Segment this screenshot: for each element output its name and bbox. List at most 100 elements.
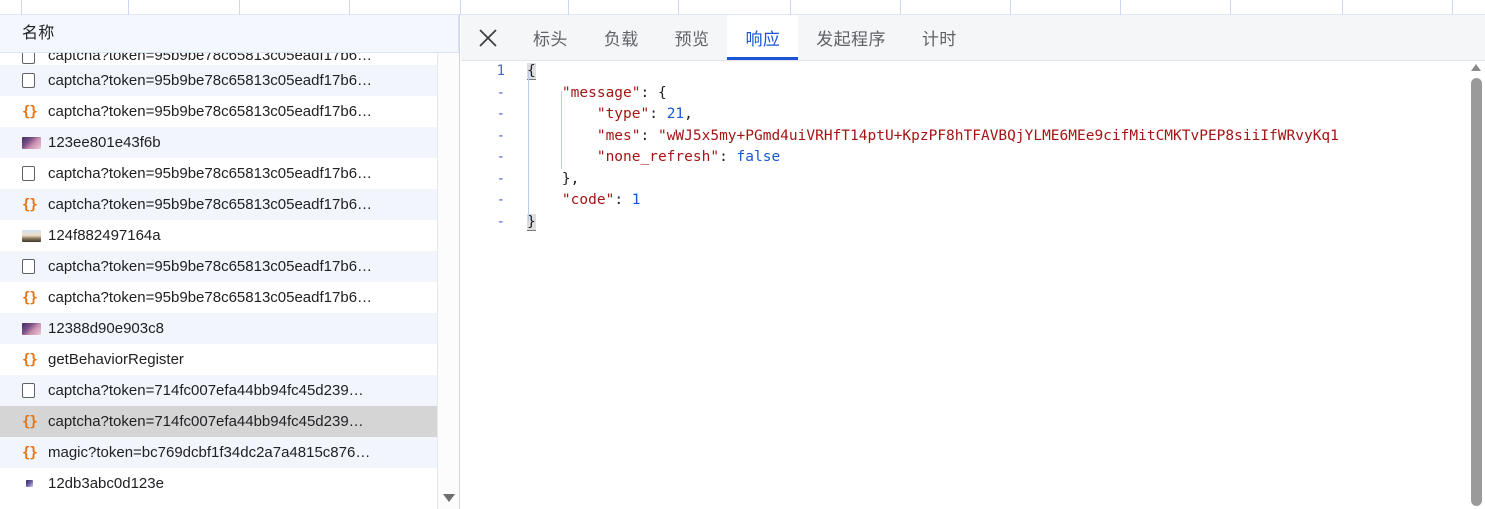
- request-rows[interactable]: captcha?token=95b9be78c65813c05eadf17b6……: [0, 53, 437, 509]
- token-punct: {: [657, 84, 667, 101]
- request-list-item[interactable]: {} captcha?token=95b9be78c65813c05eadf17b…: [0, 96, 437, 127]
- code-line: - },: [461, 169, 1339, 191]
- response-body-viewer[interactable]: 1{- "message": {- "type": 21, - "mes": "w…: [461, 61, 1485, 509]
- request-type-icon-slot: [22, 382, 48, 400]
- request-list-item[interactable]: {} captcha?token=714fc007efa44bb94fc45d23…: [0, 406, 437, 437]
- request-list-pane: 名称 captcha?token=95b9be78c65813c05eadf17…: [0, 15, 460, 509]
- request-type-icon-slot: {}: [22, 196, 48, 214]
- code-line: - "none_refresh": false: [461, 147, 1339, 169]
- request-type-icon-slot: [22, 72, 48, 90]
- request-name: captcha?token=95b9be78c65813c05eadf17b6…: [48, 195, 373, 213]
- column-header-name[interactable]: 名称: [22, 24, 54, 44]
- tab-0[interactable]: 标头: [515, 15, 586, 60]
- request-name: captcha?token=95b9be78c65813c05eadf17b6…: [48, 288, 373, 306]
- triangle-down-icon: [442, 494, 455, 502]
- image-thumbnail-icon: [22, 136, 41, 149]
- request-type-icon-slot: {}: [22, 351, 48, 369]
- request-type-icon-slot: [22, 134, 48, 152]
- request-list-header: 名称: [0, 15, 459, 53]
- image-thumbnail-icon: [22, 229, 41, 242]
- request-list-item[interactable]: captcha?token=95b9be78c65813c05eadf17b6…: [0, 53, 437, 65]
- request-name: captcha?token=95b9be78c65813c05eadf17b6…: [48, 164, 373, 182]
- column-divider[interactable]: [568, 0, 569, 15]
- document-icon: [22, 383, 35, 398]
- column-divider[interactable]: [460, 0, 461, 15]
- request-list-item[interactable]: {} magic?token=bc769dcbf1f34dc2a7a4815c87…: [0, 437, 437, 468]
- tab-3[interactable]: 响应: [727, 15, 799, 60]
- request-name: 12388d90e903c8: [48, 319, 164, 337]
- code-text: },: [505, 169, 579, 191]
- image-thumbnail-icon: [26, 480, 33, 487]
- request-type-icon-slot: [22, 475, 48, 493]
- column-divider[interactable]: [239, 0, 240, 15]
- json-icon: {}: [22, 289, 38, 306]
- tab-2[interactable]: 预览: [657, 15, 728, 60]
- triangle-up-icon[interactable]: [1471, 64, 1481, 71]
- request-type-icon-slot: [22, 53, 48, 65]
- request-list-scrollbar[interactable]: [437, 15, 459, 509]
- column-divider[interactable]: [1010, 0, 1011, 15]
- column-divider[interactable]: [790, 0, 791, 15]
- token-num: 1: [631, 192, 641, 208]
- tab-4[interactable]: 发起程序: [798, 15, 904, 60]
- tab-5[interactable]: 计时: [904, 15, 975, 60]
- json-icon: {}: [22, 413, 38, 430]
- request-list-item[interactable]: {} getBehaviorRegister: [0, 344, 437, 375]
- tab-label: 预览: [674, 30, 710, 49]
- line-number: -: [496, 84, 505, 101]
- column-divider[interactable]: [349, 0, 350, 15]
- column-divider[interactable]: [1120, 0, 1121, 15]
- request-list-item[interactable]: captcha?token=714fc007efa44bb94fc45d239…: [0, 375, 437, 406]
- line-number: -: [496, 106, 505, 122]
- code-line: - "mes": "wWJ5x5my+PGmd4uiVRHfT14ptU+Kpz…: [461, 126, 1339, 148]
- token-bool: false: [736, 149, 781, 165]
- json-icon: {}: [22, 351, 38, 368]
- tab-1[interactable]: 负载: [586, 15, 657, 60]
- request-name: 123ee801e43f6b: [48, 133, 161, 151]
- column-divider[interactable]: [128, 0, 129, 15]
- token-num: 21: [666, 106, 685, 122]
- json-icon: {}: [22, 103, 38, 120]
- close-detail-button[interactable]: [461, 15, 515, 60]
- token-key: "mes": [596, 127, 641, 144]
- document-icon: [22, 53, 35, 64]
- request-list-item[interactable]: {} captcha?token=95b9be78c65813c05eadf17b…: [0, 282, 437, 313]
- request-name: captcha?token=95b9be78c65813c05eadf17b6…: [48, 71, 373, 89]
- code-line: - "code": 1: [461, 190, 1339, 212]
- document-icon: [22, 259, 35, 274]
- request-type-icon-slot: {}: [22, 444, 48, 462]
- code-text: "none_refresh": false: [505, 147, 780, 169]
- column-divider[interactable]: [1452, 0, 1453, 15]
- scroll-thumb[interactable]: [1471, 78, 1482, 506]
- response-scrollbar[interactable]: [1468, 61, 1485, 509]
- request-type-icon-slot: [22, 258, 48, 276]
- request-list-item[interactable]: 123ee801e43f6b: [0, 127, 437, 158]
- line-number: -: [496, 213, 505, 230]
- image-thumbnail-icon: [22, 322, 41, 335]
- token-key: "type": [596, 106, 650, 122]
- code-line: - "message": {: [461, 83, 1339, 105]
- request-list-item[interactable]: 12388d90e903c8: [0, 313, 437, 344]
- column-divider[interactable]: [1230, 0, 1231, 15]
- request-list-item[interactable]: captcha?token=95b9be78c65813c05eadf17b6…: [0, 158, 437, 189]
- request-list-item[interactable]: captcha?token=95b9be78c65813c05eadf17b6…: [0, 65, 437, 96]
- column-divider[interactable]: [21, 0, 22, 15]
- token-key: "code": [561, 192, 615, 208]
- request-list-item[interactable]: {} captcha?token=95b9be78c65813c05eadf17b…: [0, 189, 437, 220]
- detail-tabbar: 标头 负载 预览 响应 发起程序 计时: [461, 15, 1485, 61]
- scroll-down-button[interactable]: [438, 488, 459, 508]
- line-number: -: [496, 192, 505, 208]
- column-divider[interactable]: [900, 0, 901, 15]
- request-type-icon-slot: [22, 227, 48, 245]
- header-column-divider: [458, 15, 459, 53]
- column-divider[interactable]: [678, 0, 679, 15]
- request-name: captcha?token=714fc007efa44bb94fc45d239…: [48, 412, 364, 430]
- token-punct: :: [640, 127, 658, 144]
- column-divider[interactable]: [1342, 0, 1343, 15]
- token-key: "none_refresh": [596, 149, 720, 165]
- request-list-item[interactable]: captcha?token=95b9be78c65813c05eadf17b6…: [0, 251, 437, 282]
- code-text: "mes": "wWJ5x5my+PGmd4uiVRHfT14ptU+KpzPF…: [505, 126, 1339, 148]
- request-list-item[interactable]: 12db3abc0d123e: [0, 468, 437, 499]
- request-list-item[interactable]: 124f882497164a: [0, 220, 437, 251]
- request-name: 12db3abc0d123e: [48, 474, 164, 492]
